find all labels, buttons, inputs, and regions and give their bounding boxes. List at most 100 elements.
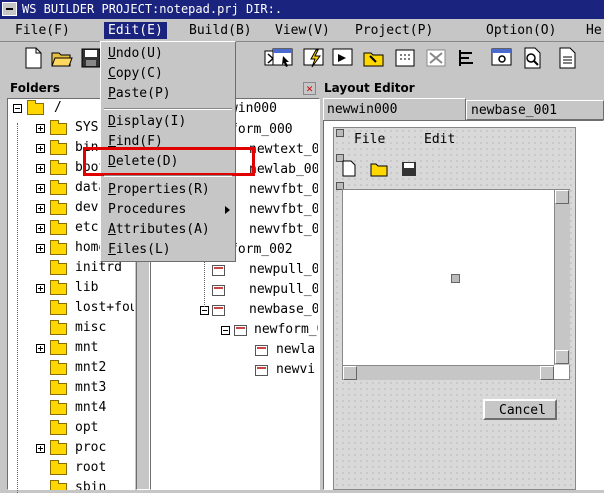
widget-label: newform_0 — [254, 322, 318, 337]
align-icon[interactable] — [455, 46, 479, 70]
folder-label: proc — [75, 440, 107, 455]
folder-label: misc — [75, 320, 107, 335]
grid-icon[interactable] — [393, 46, 417, 70]
preview-text-area[interactable] — [342, 189, 570, 380]
folder-icon — [50, 240, 67, 255]
page-icon[interactable] — [555, 46, 579, 70]
menu-build[interactable]: Build(B) — [185, 22, 256, 39]
collapse-icon[interactable] — [221, 326, 230, 335]
folders-pane-title: Folders — [10, 81, 60, 95]
close-folders-icon[interactable]: ✕ — [303, 82, 316, 95]
folder-label: SYS — [75, 120, 99, 135]
expand-icon[interactable] — [36, 244, 45, 253]
widget-tree-item[interactable]: newbase_001 — [152, 301, 318, 321]
folder-label: initrd — [75, 260, 122, 275]
select-window-icon[interactable] — [271, 46, 295, 70]
folder-item[interactable]: sbin — [10, 479, 134, 490]
build-icon[interactable] — [302, 46, 326, 70]
tab-newwin000[interactable]: newwin000 — [323, 98, 466, 120]
menu-item-copy[interactable]: Copy(C) — [108, 66, 163, 81]
menu-edit[interactable]: Edit(E) — [104, 22, 167, 39]
menu-help[interactable]: He — [582, 22, 604, 39]
folder-label: mnt3 — [75, 380, 107, 395]
folder-item[interactable]: mnt2 — [10, 359, 134, 379]
window-search-icon[interactable] — [490, 46, 514, 70]
widget-tree-item[interactable]: newpull_004 — [152, 261, 318, 281]
menu-item-display[interactable]: Display(I) — [108, 114, 186, 129]
preview-vscroll[interactable] — [554, 190, 570, 365]
menu-item-procedures[interactable]: Procedures — [108, 202, 186, 217]
window-menu-button[interactable] — [2, 2, 17, 16]
folder-item[interactable]: mnt3 — [10, 379, 134, 399]
expand-icon[interactable] — [36, 164, 45, 173]
folder-label: etc — [75, 220, 99, 235]
form-preview[interactable]: File Edit Cancel — [333, 127, 576, 490]
folder-icon — [27, 100, 44, 115]
folder-icon — [50, 300, 67, 315]
run-icon[interactable] — [331, 46, 355, 70]
expand-icon[interactable] — [36, 444, 45, 453]
folder-item[interactable]: mnt — [10, 339, 134, 359]
menu-item-files[interactable]: Files(L) — [108, 242, 171, 257]
widget-tree-item[interactable]: newform_0 — [152, 321, 318, 341]
tab-newbase-001[interactable]: newbase_001 — [466, 100, 604, 120]
menu-bar: File(F) Edit(E) Build(B) View(V) Project… — [0, 19, 604, 42]
folder-icon — [50, 460, 67, 475]
open-folder-icon[interactable] — [50, 46, 74, 70]
menu-file[interactable]: File(F) — [11, 22, 74, 39]
widget-icon — [234, 325, 247, 336]
menu-view[interactable]: View(V) — [271, 22, 334, 39]
menu-project[interactable]: Project(P) — [351, 22, 437, 39]
folder-arrow-icon[interactable] — [362, 46, 386, 70]
expand-icon[interactable] — [36, 344, 45, 353]
folder-item[interactable]: initrd — [10, 259, 134, 279]
expand-icon[interactable] — [36, 204, 45, 213]
folder-item[interactable]: lib — [10, 279, 134, 299]
preview-hscroll[interactable] — [343, 365, 554, 380]
expand-icon[interactable] — [36, 144, 45, 153]
cancel-button[interactable]: Cancel — [483, 399, 557, 420]
preview-new-icon[interactable] — [340, 160, 358, 177]
expand-icon[interactable] — [36, 284, 45, 293]
preview-menu-file[interactable]: File — [354, 132, 385, 147]
widget-label: form_000 — [230, 122, 293, 137]
preview-menu-edit[interactable]: Edit — [424, 132, 455, 147]
folder-icon — [50, 320, 67, 335]
folder-item[interactable]: lost+fou — [10, 299, 134, 319]
folder-item[interactable]: proc — [10, 439, 134, 459]
widget-label: newvfbt_001 — [249, 202, 318, 217]
menu-item-undo[interactable]: Undo(U) — [108, 46, 163, 61]
folder-item[interactable]: mnt4 — [10, 399, 134, 419]
expand-icon[interactable] — [36, 224, 45, 233]
new-file-icon[interactable] — [21, 46, 45, 70]
folder-item[interactable]: misc — [10, 319, 134, 339]
menu-item-properties[interactable]: Properties(R) — [108, 182, 210, 197]
toolbar — [0, 42, 604, 76]
menu-item-paste[interactable]: Paste(P) — [108, 86, 171, 101]
folder-label: mnt2 — [75, 360, 107, 375]
widget-tree-item[interactable]: newpull_000 — [152, 281, 318, 301]
widget-label: newtext_001 — [249, 142, 318, 157]
expand-icon[interactable] — [36, 184, 45, 193]
submenu-arrow-icon — [225, 206, 230, 214]
expand-icon[interactable] — [36, 124, 45, 133]
folder-icon — [50, 160, 67, 175]
folder-icon — [50, 340, 67, 355]
folder-icon — [50, 200, 67, 215]
cross-grid-icon[interactable] — [424, 46, 448, 70]
folder-icon — [50, 140, 67, 155]
folder-item[interactable]: root — [10, 459, 134, 479]
widget-tree-item[interactable]: newla — [152, 341, 318, 361]
folder-icon — [50, 420, 67, 435]
menu-option[interactable]: Option(O) — [482, 22, 560, 39]
window-title: WS BUILDER PROJECT:notepad.prj DIR:. — [22, 2, 283, 16]
preview-save-icon[interactable] — [400, 160, 418, 177]
folder-label: mnt4 — [75, 400, 107, 415]
folder-item[interactable]: opt — [10, 419, 134, 439]
widget-tree-item[interactable]: newvi — [152, 361, 318, 381]
menu-item-attributes[interactable]: Attributes(A) — [108, 222, 210, 237]
collapse-icon[interactable] — [200, 306, 209, 315]
find-icon[interactable] — [520, 46, 544, 70]
preview-open-icon[interactable] — [370, 160, 388, 177]
collapse-icon[interactable] — [13, 104, 22, 113]
